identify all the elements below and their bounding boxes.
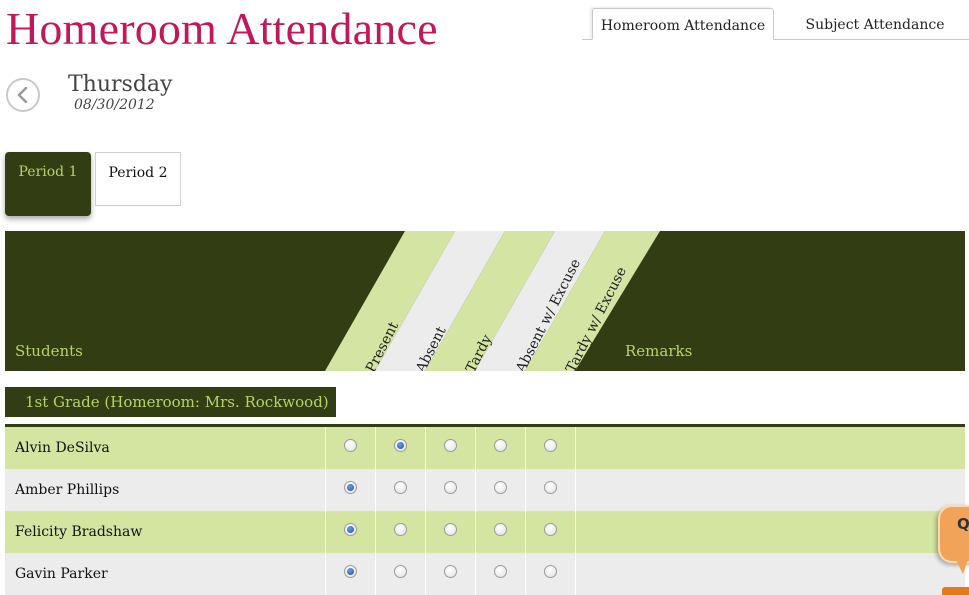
attendance-cell xyxy=(425,511,475,553)
attendance-radio-absent[interactable] xyxy=(394,565,407,578)
attendance-radio-present[interactable] xyxy=(344,439,357,452)
day-name: Thursday xyxy=(68,72,173,97)
attendance-radio-tardy-w-excuse[interactable] xyxy=(544,481,557,494)
attendance-radio-absent[interactable] xyxy=(394,481,407,494)
page-title: Homeroom Attendance xyxy=(6,3,438,54)
attendance-cell xyxy=(325,511,375,553)
attendance-cell xyxy=(525,511,575,553)
student-name: Felicity Bradshaw xyxy=(15,524,143,540)
date-label: 08/30/2012 xyxy=(74,97,155,113)
attendance-cell xyxy=(525,553,575,595)
table-row: Amber Phillips xyxy=(5,469,965,511)
attendance-cell xyxy=(525,469,575,511)
table-header: Students Present Absent Tardy Absent w/ … xyxy=(5,231,965,371)
table-row: Alvin DeSilva xyxy=(5,427,965,469)
attendance-radio-present[interactable] xyxy=(344,565,357,578)
attendance-cell xyxy=(425,553,475,595)
table-row: Felicity Bradshaw xyxy=(5,511,965,553)
help-bubble-tail xyxy=(956,560,968,574)
attendance-radio-present[interactable] xyxy=(344,481,357,494)
attendance-radio-absent-w-excuse[interactable] xyxy=(494,523,507,536)
help-footer-tab[interactable] xyxy=(942,587,969,595)
tab-homeroom-attendance[interactable]: Homeroom Attendance xyxy=(592,8,774,40)
attendance-cell xyxy=(475,469,525,511)
table-row: Gavin Parker xyxy=(5,553,965,595)
attendance-radio-tardy[interactable] xyxy=(444,565,457,578)
attendance-cell xyxy=(325,469,375,511)
remarks-cell[interactable] xyxy=(575,511,965,553)
attendance-cell xyxy=(325,427,375,469)
attendance-radio-tardy-w-excuse[interactable] xyxy=(544,439,557,452)
chevron-left-icon xyxy=(17,87,28,103)
remarks-cell[interactable] xyxy=(575,553,965,595)
attendance-cell xyxy=(375,469,425,511)
attendance-radio-absent-w-excuse[interactable] xyxy=(494,439,507,452)
remarks-header: Remarks xyxy=(625,342,693,360)
attendance-radio-tardy[interactable] xyxy=(444,523,457,536)
attendance-radio-tardy[interactable] xyxy=(444,439,457,452)
attendance-radio-tardy-w-excuse[interactable] xyxy=(544,523,557,536)
help-button[interactable]: Q xyxy=(938,505,969,563)
attendance-cell xyxy=(475,553,525,595)
tab-subject-attendance[interactable]: Subject Attendance xyxy=(782,8,968,40)
attendance-cell xyxy=(375,427,425,469)
attendance-cell xyxy=(325,553,375,595)
view-tabs: Homeroom Attendance Subject Attendance xyxy=(582,8,969,40)
attendance-radio-present[interactable] xyxy=(344,523,357,536)
students-header: Students xyxy=(15,342,83,360)
period-tab-2[interactable]: Period 2 xyxy=(95,152,181,206)
attendance-radio-absent-w-excuse[interactable] xyxy=(494,481,507,494)
student-name: Gavin Parker xyxy=(15,566,108,582)
period-tab-1[interactable]: Period 1 xyxy=(5,152,91,216)
student-name: Amber Phillips xyxy=(15,482,120,498)
attendance-cell xyxy=(475,427,525,469)
help-label: Q xyxy=(957,515,969,533)
remarks-cell[interactable] xyxy=(575,469,965,511)
attendance-radio-absent[interactable] xyxy=(394,523,407,536)
group-header: 1st Grade (Homeroom: Mrs. Rockwood) xyxy=(5,387,336,417)
attendance-radio-absent-w-excuse[interactable] xyxy=(494,565,507,578)
attendance-radio-tardy-w-excuse[interactable] xyxy=(544,565,557,578)
previous-day-button[interactable] xyxy=(6,78,40,112)
attendance-cell xyxy=(525,427,575,469)
attendance-radio-absent[interactable] xyxy=(394,439,407,452)
attendance-radio-tardy[interactable] xyxy=(444,481,457,494)
student-name: Alvin DeSilva xyxy=(15,440,110,456)
attendance-cell xyxy=(425,469,475,511)
remarks-cell[interactable] xyxy=(575,427,965,469)
attendance-cell xyxy=(475,511,525,553)
attendance-cell xyxy=(375,511,425,553)
attendance-cell xyxy=(425,427,475,469)
attendance-cell xyxy=(375,553,425,595)
